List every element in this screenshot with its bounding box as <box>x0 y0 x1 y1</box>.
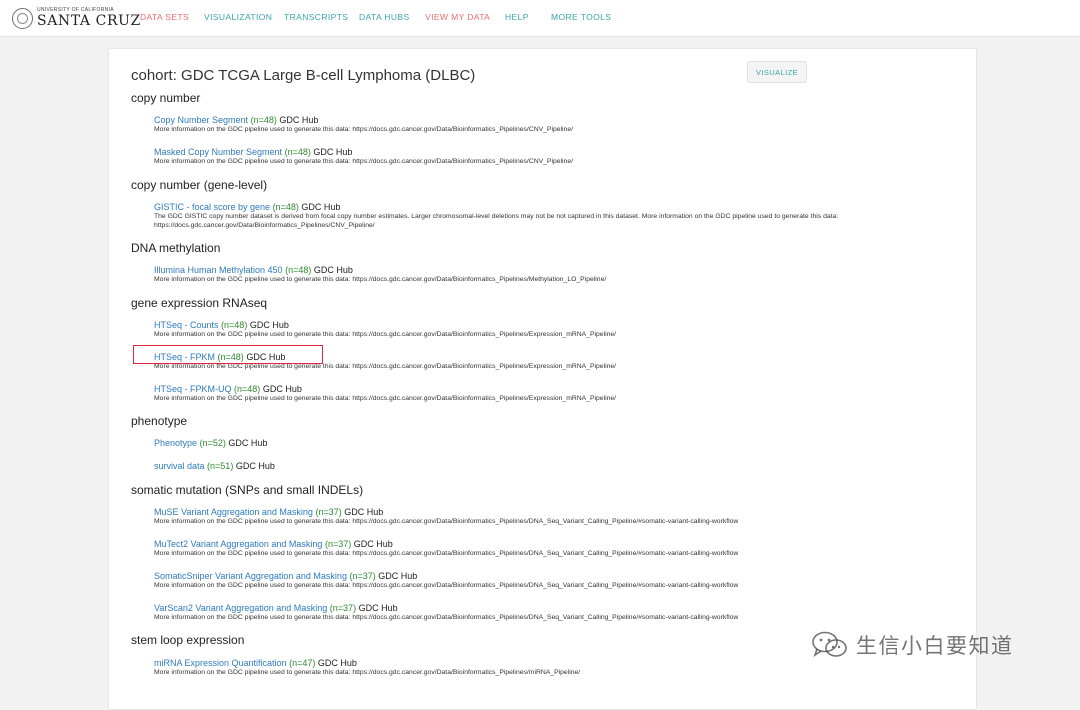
section-title-phenotype: phenotype <box>131 414 188 428</box>
dataset-link[interactable]: HTSeq - Counts <box>154 320 219 330</box>
visualize-button[interactable]: VISUALIZE <box>747 61 807 83</box>
section-title-somatic-mutation: somatic mutation (SNPs and small INDELs) <box>131 483 364 497</box>
dataset-link[interactable]: Masked Copy Number Segment <box>154 147 282 157</box>
section-title-gene-expression: gene expression RNAseq <box>131 296 268 310</box>
section-title-stem-loop-expression: stem loop expression <box>131 633 245 647</box>
dataset-phenotype: Phenotype (n=52) GDC Hub <box>154 438 954 449</box>
hub-label: GDC Hub <box>235 461 275 471</box>
nav-visualization[interactable]: VISUALIZATION <box>204 12 272 22</box>
dataset-survival-data: survival data (n=51) GDC Hub <box>154 461 954 472</box>
hub-label: GDC Hub <box>358 603 398 613</box>
nav-transcripts[interactable]: TRANSCRIPTS <box>284 12 348 22</box>
hub-label: GDC Hub <box>301 202 341 212</box>
dataset-muse: MuSE Variant Aggregation and Masking (n=… <box>154 507 954 527</box>
dataset-mutect2: MuTect2 Variant Aggregation and Masking … <box>154 539 954 559</box>
hub-label: GDC Hub <box>353 539 393 549</box>
sample-count: (n=48) <box>285 265 312 275</box>
sample-count: (n=48) <box>234 384 261 394</box>
dataset-methylation-450: Illumina Human Methylation 450 (n=48) GD… <box>154 265 954 285</box>
hub-label: GDC Hub <box>249 320 289 330</box>
cohort-card: cohort: GDC TCGA Large B-cell Lymphoma (… <box>108 48 977 710</box>
sample-count: (n=48) <box>272 202 299 212</box>
sample-count: (n=48) <box>284 147 311 157</box>
dataset-link[interactable]: Illumina Human Methylation 450 <box>154 265 283 275</box>
dataset-mirna-quantification: miRNA Expression Quantification (n=47) G… <box>154 658 954 678</box>
watermark-text: 生信小白要知道 <box>856 635 1014 658</box>
nav-data-sets[interactable]: DATA SETS <box>140 12 189 22</box>
sample-count: (n=37) <box>349 571 376 581</box>
sample-count: (n=47) <box>289 658 316 668</box>
sample-count: (n=37) <box>324 539 352 549</box>
dataset-link[interactable]: HTSeq - FPKM-UQ <box>154 384 232 394</box>
dataset-varscan2: VarScan2 Variant Aggregation and Masking… <box>154 603 954 623</box>
section-title-dna-methylation: DNA methylation <box>131 241 221 255</box>
dataset-link[interactable]: VarScan2 Variant Aggregation and Masking <box>154 603 327 613</box>
hub-label: GDC Hub <box>317 658 357 668</box>
sample-count: (n=51) <box>207 461 234 471</box>
dataset-description: More information on the GDC pipeline use… <box>154 518 739 525</box>
dataset-description: More information on the GDC pipeline use… <box>154 550 739 557</box>
sample-count: (n=37) <box>329 603 357 613</box>
section-title-copy-number-gene-level: copy number (gene-level) <box>131 178 268 192</box>
dataset-copy-number-segment: Copy Number Segment (n=48) GDC Hub More … <box>154 115 954 135</box>
ucsc-logo[interactable]: UNIVERSITY OF CALIFORNIA SANTA CRUZ <box>12 6 141 30</box>
dataset-description: More information on the GDC pipeline use… <box>154 395 617 402</box>
nav-data-hubs[interactable]: DATA HUBS <box>359 12 410 22</box>
dataset-gistic: GISTIC - focal score by gene (n=48) GDC … <box>154 202 954 230</box>
dataset-link[interactable]: miRNA Expression Quantification <box>154 658 287 668</box>
dataset-link[interactable]: SomaticSniper Variant Aggregation and Ma… <box>154 571 347 581</box>
dataset-description: More information on the GDC pipeline use… <box>154 276 607 283</box>
dataset-description: The GDC GISTIC copy number dataset is de… <box>154 213 839 229</box>
logo-campus-text: SANTA CRUZ <box>37 13 141 29</box>
university-seal-icon <box>12 7 33 29</box>
dataset-somaticsniper: SomaticSniper Variant Aggregation and Ma… <box>154 571 954 591</box>
dataset-description: More information on the GDC pipeline use… <box>154 582 739 589</box>
sample-count: (n=37) <box>315 507 342 517</box>
dataset-htseq-fpkm-uq: HTSeq - FPKM-UQ (n=48) GDC Hub More info… <box>154 384 954 404</box>
hub-label: GDC Hub <box>228 438 268 448</box>
hub-label: GDC Hub <box>313 147 353 157</box>
dataset-description: More information on the GDC pipeline use… <box>154 669 581 676</box>
cohort-title: cohort: GDC TCGA Large B-cell Lymphoma (… <box>131 67 476 84</box>
highlight-box <box>133 345 323 364</box>
dataset-description: More information on the GDC pipeline use… <box>154 614 739 621</box>
top-navbar: UNIVERSITY OF CALIFORNIA SANTA CRUZ DATA… <box>0 0 1080 37</box>
dataset-description: More information on the GDC pipeline use… <box>154 126 573 133</box>
nav-view-my-data[interactable]: VIEW MY DATA <box>425 12 490 22</box>
sample-count: (n=48) <box>221 320 248 330</box>
dataset-masked-copy-number-segment: Masked Copy Number Segment (n=48) GDC Hu… <box>154 147 954 167</box>
hub-label: GDC Hub <box>279 115 319 125</box>
nav-help[interactable]: HELP <box>505 12 529 22</box>
hub-label: GDC Hub <box>313 265 353 275</box>
section-title-copy-number: copy number <box>131 91 201 105</box>
sample-count: (n=48) <box>250 115 277 125</box>
dataset-htseq-counts: HTSeq - Counts (n=48) GDC Hub More infor… <box>154 320 954 340</box>
wechat-icon <box>812 631 847 657</box>
dataset-link[interactable]: MuTect2 Variant Aggregation and Masking <box>154 539 322 549</box>
dataset-link[interactable]: MuSE Variant Aggregation and Masking <box>154 507 313 517</box>
sample-count: (n=52) <box>199 438 226 448</box>
dataset-link[interactable]: Copy Number Segment <box>154 115 248 125</box>
dataset-link[interactable]: survival data <box>154 461 205 471</box>
dataset-link[interactable]: Phenotype <box>154 438 197 448</box>
hub-label: GDC Hub <box>344 507 384 517</box>
dataset-description: More information on the GDC pipeline use… <box>154 331 617 338</box>
nav-more-tools[interactable]: MORE TOOLS <box>551 12 611 22</box>
watermark: 生信小白要知道 <box>810 630 1014 660</box>
dataset-description: More information on the GDC pipeline use… <box>154 363 617 370</box>
dataset-description: More information on the GDC pipeline use… <box>154 158 573 165</box>
dataset-link[interactable]: GISTIC - focal score by gene <box>154 202 270 212</box>
hub-label: GDC Hub <box>378 571 418 581</box>
hub-label: GDC Hub <box>262 384 302 394</box>
